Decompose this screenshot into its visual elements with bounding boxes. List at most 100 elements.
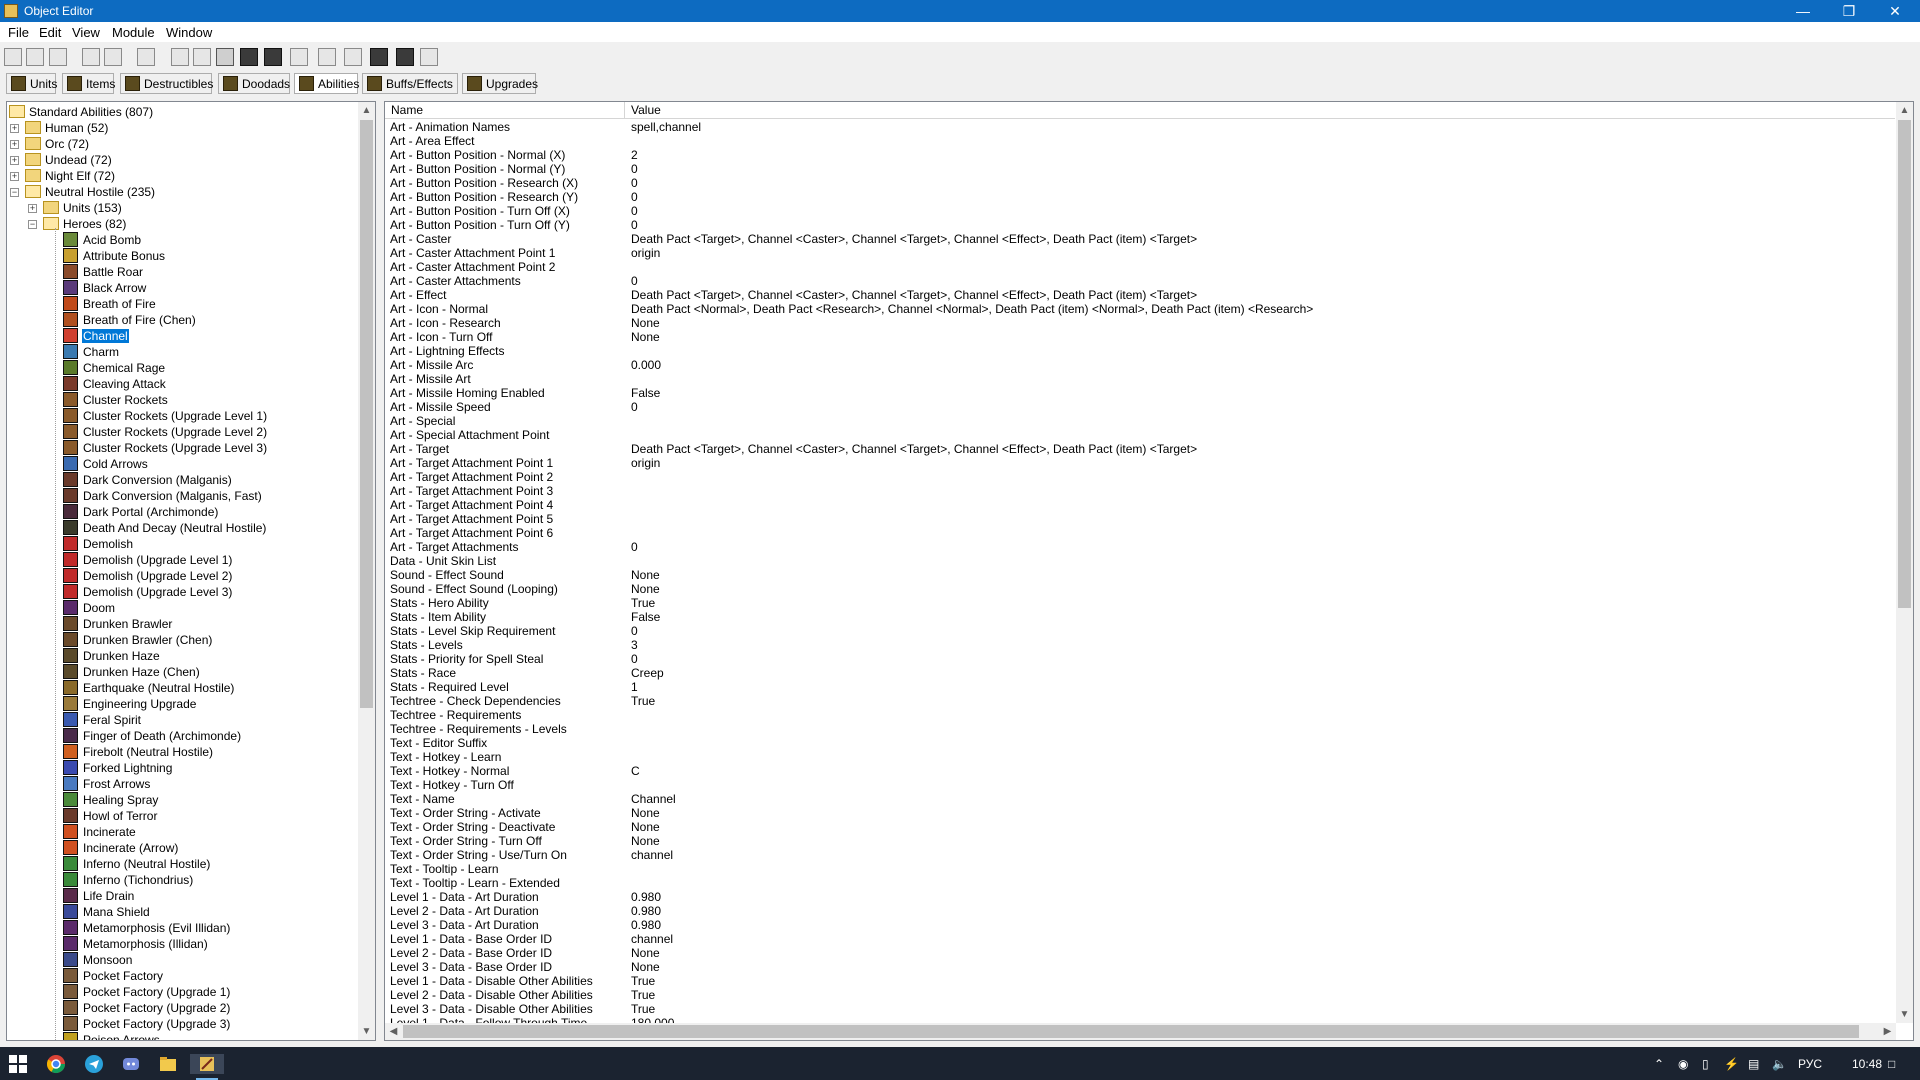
property-row[interactable]: Art - Button Position - Research (X) 0 <box>385 176 1895 190</box>
property-row[interactable]: Art - Icon - Turn Off None <box>385 330 1895 344</box>
expand-icon[interactable]: + <box>10 140 19 149</box>
tree-item[interactable]: Incinerate <box>7 824 357 840</box>
tree-root-standard-abilities[interactable]: Standard Abilities (807) <box>7 104 357 120</box>
tree-item[interactable]: Howl of Terror <box>7 808 357 824</box>
tree-item[interactable]: Charm <box>7 344 357 360</box>
tab-destructibles[interactable]: Destructibles <box>120 73 213 94</box>
tree-item[interactable]: Drunken Haze (Chen) <box>7 664 357 680</box>
camera-icon[interactable] <box>264 48 282 66</box>
tree-item[interactable]: Chemical Rage <box>7 360 357 376</box>
property-row[interactable]: Level 3 - Data - Base Order ID None <box>385 960 1895 974</box>
expand-icon[interactable]: + <box>10 172 19 181</box>
property-row[interactable]: Art - Caster Attachment Point 1 origin <box>385 246 1895 260</box>
tab-upgrades[interactable]: Upgrades <box>462 73 538 94</box>
tree-item[interactable]: Attribute Bonus <box>7 248 357 264</box>
tree-item[interactable]: Acid Bomb <box>7 232 357 248</box>
scroll-thumb[interactable] <box>403 1025 1859 1038</box>
property-row[interactable]: Text - Tooltip - Learn <box>385 862 1895 876</box>
collapse-icon[interactable]: − <box>10 188 19 197</box>
restore-button[interactable]: ❐ <box>1826 0 1872 22</box>
property-row[interactable]: Art - Effect Death Pact <Target>, Channel… <box>385 288 1895 302</box>
expand-icon[interactable]: + <box>10 124 19 133</box>
property-row[interactable]: Art - Button Position - Turn Off (Y) 0 <box>385 218 1895 232</box>
sound-icon[interactable] <box>290 48 308 66</box>
property-row[interactable]: Art - Button Position - Turn Off (X) 0 <box>385 204 1895 218</box>
properties-vertical-scrollbar[interactable]: ▲ ▼ <box>1896 102 1913 1023</box>
property-row[interactable]: Stats - Race Creep <box>385 666 1895 680</box>
property-row[interactable]: Art - Animation Names spell,channel <box>385 120 1895 134</box>
property-row[interactable]: Stats - Levels 3 <box>385 638 1895 652</box>
tray-discord-icon[interactable]: ◉ <box>1678 1057 1688 1071</box>
tab-items[interactable]: Items <box>62 73 115 94</box>
copy-icon[interactable] <box>82 48 100 66</box>
region-icon[interactable] <box>240 48 258 66</box>
menu-view[interactable]: View <box>72 25 100 40</box>
property-row[interactable]: Art - Missile Homing Enabled False <box>385 386 1895 400</box>
network-icon[interactable]: ▤ <box>1748 1057 1759 1071</box>
property-row[interactable]: Art - Special <box>385 414 1895 428</box>
trigger-icon[interactable] <box>318 48 336 66</box>
property-row[interactable]: Art - Missile Art <box>385 372 1895 386</box>
tree-vertical-scrollbar[interactable]: ▲ ▼ <box>358 102 375 1040</box>
tree-item[interactable]: Cluster Rockets <box>7 392 357 408</box>
property-row[interactable]: Art - Icon - Research None <box>385 316 1895 330</box>
property-row[interactable]: Art - Lightning Effects <box>385 344 1895 358</box>
tree-item[interactable]: Incinerate (Arrow) <box>7 840 357 856</box>
tree-item[interactable]: Drunken Brawler <box>7 616 357 632</box>
import-icon[interactable] <box>344 48 362 66</box>
tree-item[interactable]: Feral Spirit <box>7 712 357 728</box>
test-map-icon[interactable] <box>420 48 438 66</box>
tab-doodads[interactable]: Doodads <box>218 73 290 94</box>
property-row[interactable]: Text - Order String - Use/Turn On channel <box>385 848 1895 862</box>
property-row[interactable]: Stats - Hero Ability True <box>385 596 1895 610</box>
property-row[interactable]: Art - Target Attachments 0 <box>385 540 1895 554</box>
tree-item[interactable]: Demolish (Upgrade Level 2) <box>7 568 357 584</box>
property-row[interactable]: Text - Hotkey - Turn Off <box>385 778 1895 792</box>
property-row[interactable]: Sound - Effect Sound (Looping) None <box>385 582 1895 596</box>
expand-icon[interactable]: + <box>28 204 37 213</box>
tree-group[interactable]: − Neutral Hostile (235) <box>7 184 357 200</box>
tree-item[interactable]: Demolish (Upgrade Level 1) <box>7 552 357 568</box>
scroll-thumb[interactable] <box>1898 120 1911 608</box>
clock-time[interactable]: 10:48 <box>1852 1057 1882 1071</box>
tree-item[interactable]: Demolish (Upgrade Level 3) <box>7 584 357 600</box>
tree-item[interactable]: Cluster Rockets (Upgrade Level 3) <box>7 440 357 456</box>
ai-icon[interactable] <box>396 48 414 66</box>
property-row[interactable]: Stats - Required Level 1 <box>385 680 1895 694</box>
property-row[interactable]: Level 1 - Data - Disable Other Abilities… <box>385 974 1895 988</box>
collapse-icon[interactable]: − <box>28 220 37 229</box>
tree-group[interactable]: + Night Elf (72) <box>7 168 357 184</box>
tree-item[interactable]: Pocket Factory (Upgrade 1) <box>7 984 357 1000</box>
property-row[interactable]: Art - Button Position - Normal (Y) 0 <box>385 162 1895 176</box>
tree-item[interactable]: Life Drain <box>7 888 357 904</box>
property-row[interactable]: Stats - Item Ability False <box>385 610 1895 624</box>
property-row[interactable]: Text - Hotkey - Normal C <box>385 764 1895 778</box>
property-row[interactable]: Art - Target Attachment Point 4 <box>385 498 1895 512</box>
tree-item[interactable]: Engineering Upgrade <box>7 696 357 712</box>
property-row[interactable]: Level 1 - Data - Art Duration 0.980 <box>385 890 1895 904</box>
battery-icon[interactable]: ▯ <box>1702 1057 1709 1071</box>
property-row[interactable]: Text - Order String - Turn Off None <box>385 834 1895 848</box>
tab-abilities[interactable]: Abilities <box>294 73 359 94</box>
property-row[interactable]: Art - Target Attachment Point 6 <box>385 526 1895 540</box>
scroll-down-arrow-icon[interactable]: ▼ <box>1896 1006 1913 1023</box>
tree-item[interactable]: Dark Portal (Archimonde) <box>7 504 357 520</box>
discord-icon[interactable] <box>121 1054 141 1074</box>
property-row[interactable]: Art - Special Attachment Point <box>385 428 1895 442</box>
tree-item[interactable]: Pocket Factory <box>7 968 357 984</box>
tree-item[interactable]: Cluster Rockets (Upgrade Level 1) <box>7 408 357 424</box>
tree-item[interactable]: Dark Conversion (Malganis) <box>7 472 357 488</box>
object-icon[interactable] <box>370 48 388 66</box>
notification-center-icon[interactable]: □ <box>1888 1057 1895 1071</box>
column-header-name[interactable]: Name <box>391 103 423 117</box>
volume-icon[interactable]: 🔈 <box>1772 1057 1787 1071</box>
tree-item[interactable]: Death And Decay (Neutral Hostile) <box>7 520 357 536</box>
scroll-up-arrow-icon[interactable]: ▲ <box>1896 102 1913 119</box>
scroll-down-arrow-icon[interactable]: ▼ <box>358 1023 375 1040</box>
column-separator[interactable] <box>624 102 625 118</box>
tree-item[interactable]: Channel <box>7 328 357 344</box>
property-row[interactable]: Text - Name Channel <box>385 792 1895 806</box>
tree-item[interactable]: Forked Lightning <box>7 760 357 776</box>
tree-item[interactable]: Cleaving Attack <box>7 376 357 392</box>
telegram-icon[interactable] <box>84 1054 104 1074</box>
